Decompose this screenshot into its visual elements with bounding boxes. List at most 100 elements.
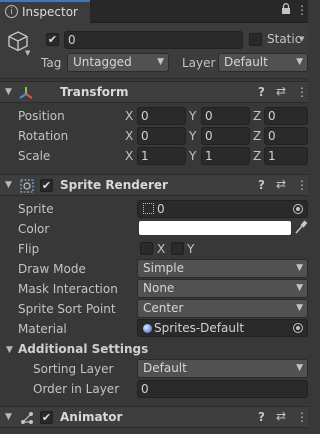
more-icon[interactable]: ⋮ [296, 410, 308, 424]
sprite-sort-point-label: Sprite Sort Point [18, 302, 116, 316]
more-icon[interactable]: ⋮ [296, 85, 308, 99]
order-in-layer-field[interactable]: 0 [137, 380, 308, 398]
position-y-field[interactable]: 0 [201, 107, 250, 125]
position-label: Position [18, 109, 65, 123]
chevron-down-icon: ▼ [296, 363, 303, 373]
sprite-sort-point-dropdown[interactable]: Center ▼ [137, 299, 308, 318]
rotation-x-axis[interactable]: X [125, 129, 133, 143]
material-object-field[interactable]: Sprites-Default [137, 319, 308, 337]
rotation-label: Rotation [18, 129, 69, 143]
preset-icon[interactable]: ⇄ [276, 409, 286, 423]
position-z-field[interactable]: 0 [264, 107, 308, 125]
sorting-layer-value: Default [143, 361, 187, 375]
animator-header[interactable]: ▼ ✔ Animator ? ⇄ ⋮ [0, 406, 308, 428]
tab-menu-icon[interactable]: ⋮ [296, 3, 308, 17]
animator-icon [20, 411, 34, 428]
static-dropdown-arrow[interactable]: ▼ [299, 35, 304, 43]
help-icon[interactable]: ? [258, 85, 265, 99]
chevron-down-icon: ▼ [157, 57, 164, 67]
expand-arrow-icon[interactable]: ▼ [5, 412, 12, 422]
sorting-layer-label: Sorting Layer [33, 362, 114, 376]
transform-icon [18, 85, 34, 104]
scale-y-axis[interactable]: Y [189, 149, 196, 163]
chevron-down-icon: ▼ [296, 57, 303, 67]
layer-label: Layer [182, 56, 216, 70]
tag-value: Untagged [73, 55, 132, 69]
sprite-object-field[interactable]: 0 [137, 200, 308, 218]
sorting-layer-dropdown[interactable]: Default ▼ [137, 359, 308, 378]
layer-dropdown[interactable]: Default ▼ [218, 53, 308, 72]
preset-icon[interactable]: ⇄ [276, 84, 286, 98]
help-icon[interactable]: ? [258, 178, 265, 192]
rotation-x-field[interactable]: 0 [137, 127, 186, 145]
sprite-renderer-enabled-toggle[interactable]: ✔ [40, 179, 53, 192]
gameobject-header: ▼ ✔ 0 Static ▼ Tag Untagged ▼ Layer Defau… [0, 23, 308, 79]
mask-interaction-label: Mask Interaction [18, 282, 118, 296]
chevron-down-icon: ▼ [296, 283, 303, 293]
chevron-down-icon: ▼ [296, 303, 303, 313]
gameobject-name-field[interactable]: 0 [64, 31, 243, 49]
sprite-label: Sprite [18, 202, 54, 216]
color-swatch[interactable] [139, 221, 291, 235]
flip-label: Flip [18, 242, 40, 256]
sprite-asset-icon [143, 203, 154, 214]
static-label: Static [267, 32, 302, 46]
eyedropper-icon[interactable] [294, 220, 308, 238]
animator-title: Animator [60, 410, 123, 424]
expand-arrow-icon[interactable]: ▼ [5, 87, 12, 97]
additional-settings-foldout-icon[interactable]: ▼ [6, 345, 13, 355]
tab-title: Inspector [22, 5, 78, 19]
tab-inspector[interactable]: i Inspector [0, 0, 90, 23]
scale-z-axis[interactable]: Z [253, 149, 261, 163]
transform-header[interactable]: ▼ Transform ? ⇄ ⋮ [0, 81, 308, 103]
sprite-sort-point-value: Center [143, 301, 184, 315]
layer-value: Default [224, 55, 268, 69]
position-y-axis[interactable]: Y [189, 109, 196, 123]
help-icon[interactable]: ? [258, 410, 265, 424]
active-toggle[interactable]: ✔ [46, 33, 59, 46]
mask-interaction-value: None [143, 281, 175, 295]
preset-icon[interactable]: ⇄ [276, 177, 286, 191]
flip-y-label: Y [187, 242, 195, 256]
position-z-axis[interactable]: Z [253, 109, 261, 123]
additional-settings-title[interactable]: Additional Settings [18, 342, 148, 356]
lock-icon[interactable] [281, 3, 291, 18]
draw-mode-label: Draw Mode [18, 262, 86, 276]
sprite-renderer-icon [20, 179, 34, 196]
material-value: Sprites-Default [154, 321, 245, 335]
tag-dropdown[interactable]: Untagged ▼ [67, 53, 169, 72]
animator-enabled-toggle[interactable]: ✔ [40, 411, 53, 424]
order-in-layer-label: Order in Layer [33, 382, 120, 396]
more-icon[interactable]: ⋮ [296, 178, 308, 192]
object-picker-icon[interactable] [293, 204, 303, 214]
chevron-down-icon: ▼ [296, 263, 303, 273]
draw-mode-dropdown[interactable]: Simple ▼ [137, 259, 308, 278]
flip-x-toggle[interactable] [140, 242, 153, 255]
static-toggle[interactable] [249, 33, 262, 46]
flip-y-toggle[interactable] [171, 242, 184, 255]
position-x-field[interactable]: 0 [137, 107, 186, 125]
material-sphere-icon [143, 324, 152, 333]
rotation-y-axis[interactable]: Y [189, 129, 196, 143]
draw-mode-value: Simple [143, 261, 184, 275]
rotation-y-field[interactable]: 0 [201, 127, 250, 145]
info-icon: i [5, 5, 18, 18]
rotation-z-axis[interactable]: Z [253, 129, 261, 143]
sprite-renderer-title: Sprite Renderer [60, 178, 168, 192]
scale-label: Scale [18, 149, 51, 163]
expand-arrow-icon[interactable]: ▼ [5, 180, 12, 190]
icon-dropdown-arrow[interactable]: ▼ [25, 49, 30, 57]
material-label: Material [18, 322, 67, 336]
mask-interaction-dropdown[interactable]: None ▼ [137, 279, 308, 298]
sprite-renderer-header[interactable]: ▼ ✔ Sprite Renderer ? ⇄ ⋮ [0, 174, 308, 196]
sprite-value: 0 [157, 202, 165, 216]
scale-z-field[interactable]: 1 [264, 147, 308, 165]
position-x-axis[interactable]: X [125, 109, 133, 123]
transform-title: Transform [60, 85, 129, 99]
scale-x-field[interactable]: 1 [137, 147, 186, 165]
object-picker-icon[interactable] [293, 323, 303, 333]
scale-y-field[interactable]: 1 [201, 147, 250, 165]
scale-x-axis[interactable]: X [125, 149, 133, 163]
rotation-z-field[interactable]: 0 [264, 127, 308, 145]
tag-label: Tag [41, 56, 62, 70]
